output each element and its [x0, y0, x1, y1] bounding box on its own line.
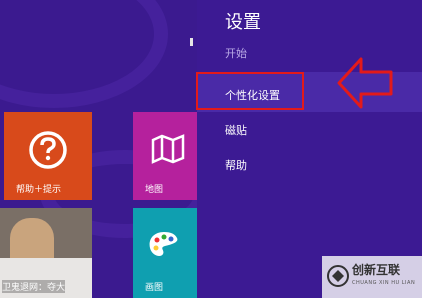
settings-charm: 设置 开始 [197, 0, 422, 298]
tile-label: 画图 [145, 283, 164, 293]
map-icon [151, 134, 185, 164]
watermark-name: 创新互联 [352, 263, 401, 277]
background-swirl [0, 0, 168, 108]
watermark-logo-icon [327, 265, 349, 287]
tile-help-tips[interactable]: 帮助＋提示 [4, 112, 92, 200]
question-icon [29, 131, 67, 169]
tile-maps[interactable]: 地图 [133, 112, 197, 200]
tile-news-photo[interactable]: 卫鬼退网：夺大 [0, 208, 92, 298]
charm-section-label: 开始 [225, 47, 247, 60]
charm-item-help[interactable]: 帮助 [225, 157, 247, 173]
charm-item-tiles[interactable]: 磁贴 [225, 122, 247, 138]
charm-title: 设置 [225, 12, 261, 33]
edge-marker [190, 38, 193, 46]
tile-paint[interactable]: 画图 [133, 208, 197, 298]
watermark: 创新互联 CHUANG XIN HU LIAN [322, 256, 422, 298]
start-screen: 帮助＋提示 地图 卫鬼退网：夺大 画图 [0, 0, 197, 298]
palette-icon [149, 232, 178, 256]
watermark-tagline: CHUANG XIN HU LIAN [352, 280, 416, 286]
left-arrow-icon [337, 57, 393, 109]
tile-label: 卫鬼退网：夺大 [2, 280, 66, 293]
tile-label: 帮助＋提示 [16, 185, 62, 195]
tile-label: 地图 [145, 185, 164, 195]
highlight-box [196, 72, 304, 110]
